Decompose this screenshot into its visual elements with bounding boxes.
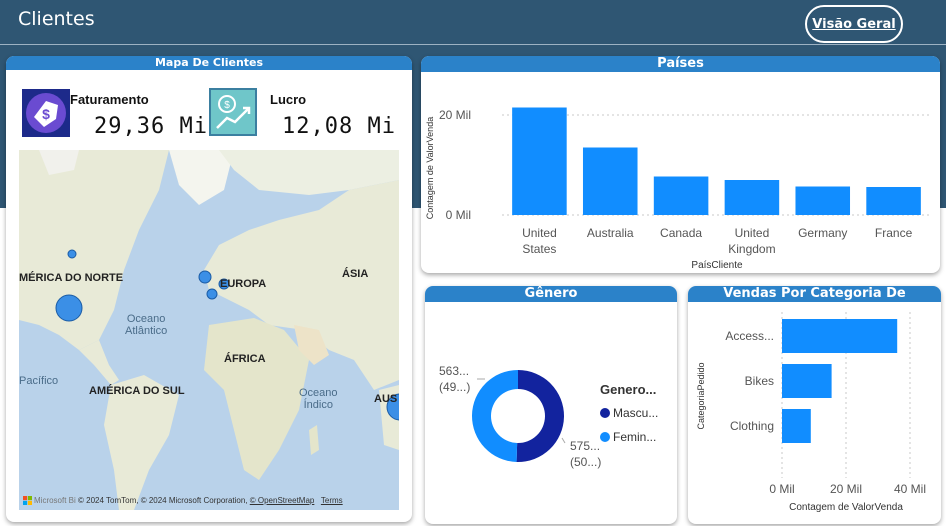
bar[interactable] <box>582 147 638 216</box>
y-tick-label: Access... <box>725 329 774 343</box>
donut-data-label: (49...) <box>439 380 470 394</box>
legend-title: Genero... <box>600 382 656 397</box>
bubble-united-states[interactable] <box>55 294 83 322</box>
y-tick-label: 20 Mil <box>439 108 471 122</box>
map-label-indian: Oceano Índico <box>299 387 338 411</box>
svg-text:$: $ <box>224 100 230 111</box>
x-axis-label: Contagem de ValorVenda <box>789 502 903 513</box>
money-growth-icon: $ <box>209 88 257 136</box>
paises-card-title: Países <box>421 56 940 72</box>
header-divider <box>0 44 946 45</box>
map-land <box>19 150 399 510</box>
bubble-united-kingdom[interactable] <box>198 270 212 284</box>
lucro-label: Lucro <box>270 92 307 107</box>
legend-marker <box>600 408 610 418</box>
map-label-south-america: AMÉRICA DO SUL <box>89 385 185 397</box>
paises-card: Países 0 Mil 20 Mil United States Australia C… <box>421 56 940 273</box>
donut-data-label: (50...) <box>570 455 601 469</box>
map-brand: Microsoft Bi <box>34 495 76 505</box>
donut-slice[interactable] <box>472 370 518 462</box>
faturamento-label: Faturamento <box>70 92 149 107</box>
y-tick-label: 0 Mil <box>446 208 471 222</box>
map-label-pacific: Pacífico <box>19 375 59 387</box>
microsoft-logo-icon <box>23 496 32 505</box>
donut-data-label: 575... <box>570 439 600 453</box>
donut-slice[interactable] <box>516 370 565 462</box>
map-label-asia: ÁSIA <box>342 268 369 280</box>
bar[interactable] <box>653 176 709 216</box>
vendas-bar-chart[interactable]: 0 Mil 20 Mil 40 Mil Access... Bikes Clothing C… <box>688 302 941 524</box>
paises-bar-chart[interactable]: 0 Mil 20 Mil United States Australia Canada Un… <box>421 72 940 273</box>
map-label-atlantic: Oceano Atlântico <box>125 313 168 337</box>
bar[interactable] <box>512 107 567 216</box>
map-card-title: Mapa De Clientes <box>6 56 412 70</box>
legend-label: Femin... <box>613 430 656 444</box>
vendas-card-title: Vendas Por Categoria De Produtos <box>688 286 941 317</box>
y-tick-label: Clothing <box>730 419 774 433</box>
terms-link[interactable]: Terms <box>321 496 343 505</box>
map-card: Mapa De Clientes $ Faturamento 29,36 Mi … <box>6 56 412 522</box>
x-tick-label: 40 Mil <box>894 482 926 496</box>
bar[interactable] <box>782 409 811 443</box>
map-copyright: © 2024 TomTom, © 2024 Microsoft Corporat… <box>78 495 248 505</box>
legend-marker <box>600 432 610 442</box>
y-axis-label: Contagem de ValorVenda <box>425 117 435 219</box>
bar[interactable] <box>782 364 832 398</box>
price-tag-icon: $ <box>22 89 70 137</box>
x-tick-label: States <box>522 242 556 256</box>
x-tick-label: Australia <box>587 226 634 240</box>
faturamento-value: 29,36 Mi <box>94 114 208 139</box>
visao-geral-button[interactable]: Visão Geral <box>805 5 903 43</box>
x-tick-label: United <box>522 226 557 240</box>
lucro-value: 12,08 Mi <box>282 114 396 139</box>
genero-card: Gênero 575... (50...) 563... (49...) Genero.… <box>425 286 677 524</box>
x-tick-label: France <box>875 226 913 240</box>
donut-data-label: 563... <box>439 364 469 378</box>
bubble-france[interactable] <box>206 288 218 300</box>
x-axis-label: PaísCliente <box>691 260 743 271</box>
y-axis-label: CategoriaPedido <box>696 362 706 429</box>
bar[interactable] <box>795 186 851 216</box>
x-tick-label: Germany <box>798 226 847 240</box>
bar[interactable] <box>782 319 898 353</box>
legend-label: Mascu... <box>613 406 658 420</box>
x-tick-label: 0 Mil <box>769 482 794 496</box>
x-tick-label: Kingdom <box>728 242 775 256</box>
openstreetmap-link[interactable]: © OpenStreetMap <box>250 496 315 505</box>
map-label-north-america: MÉRICA DO NORTE <box>19 272 124 284</box>
map-label-australia: AUS <box>374 393 398 405</box>
data-label-leader <box>561 437 566 444</box>
x-tick-label: 20 Mil <box>830 482 862 496</box>
bar[interactable] <box>724 180 780 215</box>
x-tick-label: United <box>735 226 770 240</box>
bar[interactable] <box>866 187 921 215</box>
genero-card-title: Gênero <box>425 286 677 302</box>
map-attribution: Microsoft Bi © 2024 TomTom, © 2024 Micro… <box>23 496 343 505</box>
vendas-card: Vendas Por Categoria De Produtos 0 Mil 20… <box>688 286 941 524</box>
map-label-africa: ÁFRICA <box>224 353 266 365</box>
customer-map[interactable]: MÉRICA DO NORTE EUROPA ÁSIA ÁFRICA AMÉRI… <box>19 150 399 510</box>
y-tick-label: Bikes <box>745 374 774 388</box>
genero-donut-chart[interactable]: 575... (50...) 563... (49...) Genero... Mascu… <box>425 302 677 524</box>
map-label-europe: EUROPA <box>220 278 267 290</box>
svg-text:$: $ <box>42 106 50 122</box>
page-title: Clientes <box>18 8 95 30</box>
x-tick-label: Canada <box>660 226 702 240</box>
bubble-canada[interactable] <box>67 249 77 259</box>
